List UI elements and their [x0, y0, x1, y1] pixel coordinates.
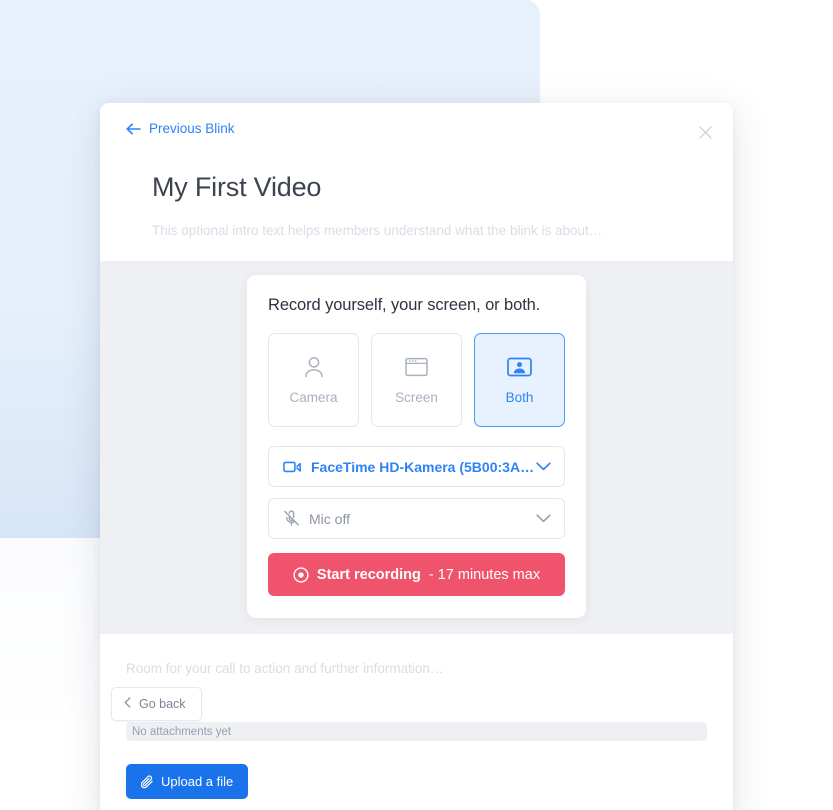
microphone-select[interactable]: Mic off [268, 498, 565, 539]
go-back-button[interactable]: Go back [111, 687, 202, 721]
blink-editor-modal: Previous Blink My First Video This optio… [100, 103, 733, 810]
previous-blink-label: Previous Blink [149, 121, 235, 137]
video-camera-icon [283, 460, 302, 473]
arrow-left-icon [126, 123, 141, 135]
person-in-frame-icon [507, 355, 532, 379]
person-icon [304, 355, 324, 379]
chevron-left-icon [124, 697, 131, 711]
intro-text-placeholder[interactable]: This optional intro text helps members u… [152, 223, 707, 261]
attachments-label: Attachments [126, 702, 707, 716]
chevron-down-icon [536, 462, 551, 471]
mode-selector: Camera Screen Both [268, 333, 565, 427]
mic-off-icon [283, 510, 300, 527]
record-dot-icon [293, 566, 309, 583]
page-title: My First Video [152, 172, 322, 202]
microphone-select-value: Mic off [309, 510, 350, 527]
go-back-label: Go back [139, 697, 186, 711]
mode-option-both[interactable]: Both [474, 333, 565, 427]
chevron-down-icon [536, 514, 551, 523]
mode-option-both-label: Both [505, 390, 534, 405]
close-icon[interactable] [693, 120, 717, 144]
window-icon [405, 355, 428, 379]
recorder-card-title: Record yourself, your screen, or both. [268, 296, 541, 314]
mode-option-screen[interactable]: Screen [371, 333, 462, 427]
record-duration-label: - 17 minutes max [428, 566, 541, 583]
camera-select[interactable]: FaceTime HD-Kamera (5B00:3AA6) [268, 446, 565, 487]
modal-header: Previous Blink My First Video This optio… [100, 103, 733, 261]
previous-blink-link[interactable]: Previous Blink [126, 122, 235, 136]
upload-file-label: Upload a file [161, 774, 234, 789]
cta-text-placeholder[interactable]: Room for your call to action and further… [126, 661, 707, 676]
mode-option-camera-label: Camera [289, 390, 338, 405]
recorder-card: Record yourself, your screen, or both. C… [247, 275, 586, 618]
recorder-band: Go back Record yourself, your screen, or… [100, 261, 733, 721]
start-recording-label: Start recording [316, 566, 421, 583]
attachments-empty-state: No attachments yet [126, 722, 707, 741]
mode-option-screen-label: Screen [395, 390, 438, 405]
upload-file-button[interactable]: Upload a file [126, 764, 249, 799]
camera-select-value: FaceTime HD-Kamera (5B00:3AA6) [311, 458, 536, 475]
paperclip-icon [141, 774, 154, 789]
mode-option-camera[interactable]: Camera [268, 333, 359, 427]
start-recording-button[interactable]: Start recording - 17 minutes max [268, 553, 565, 596]
